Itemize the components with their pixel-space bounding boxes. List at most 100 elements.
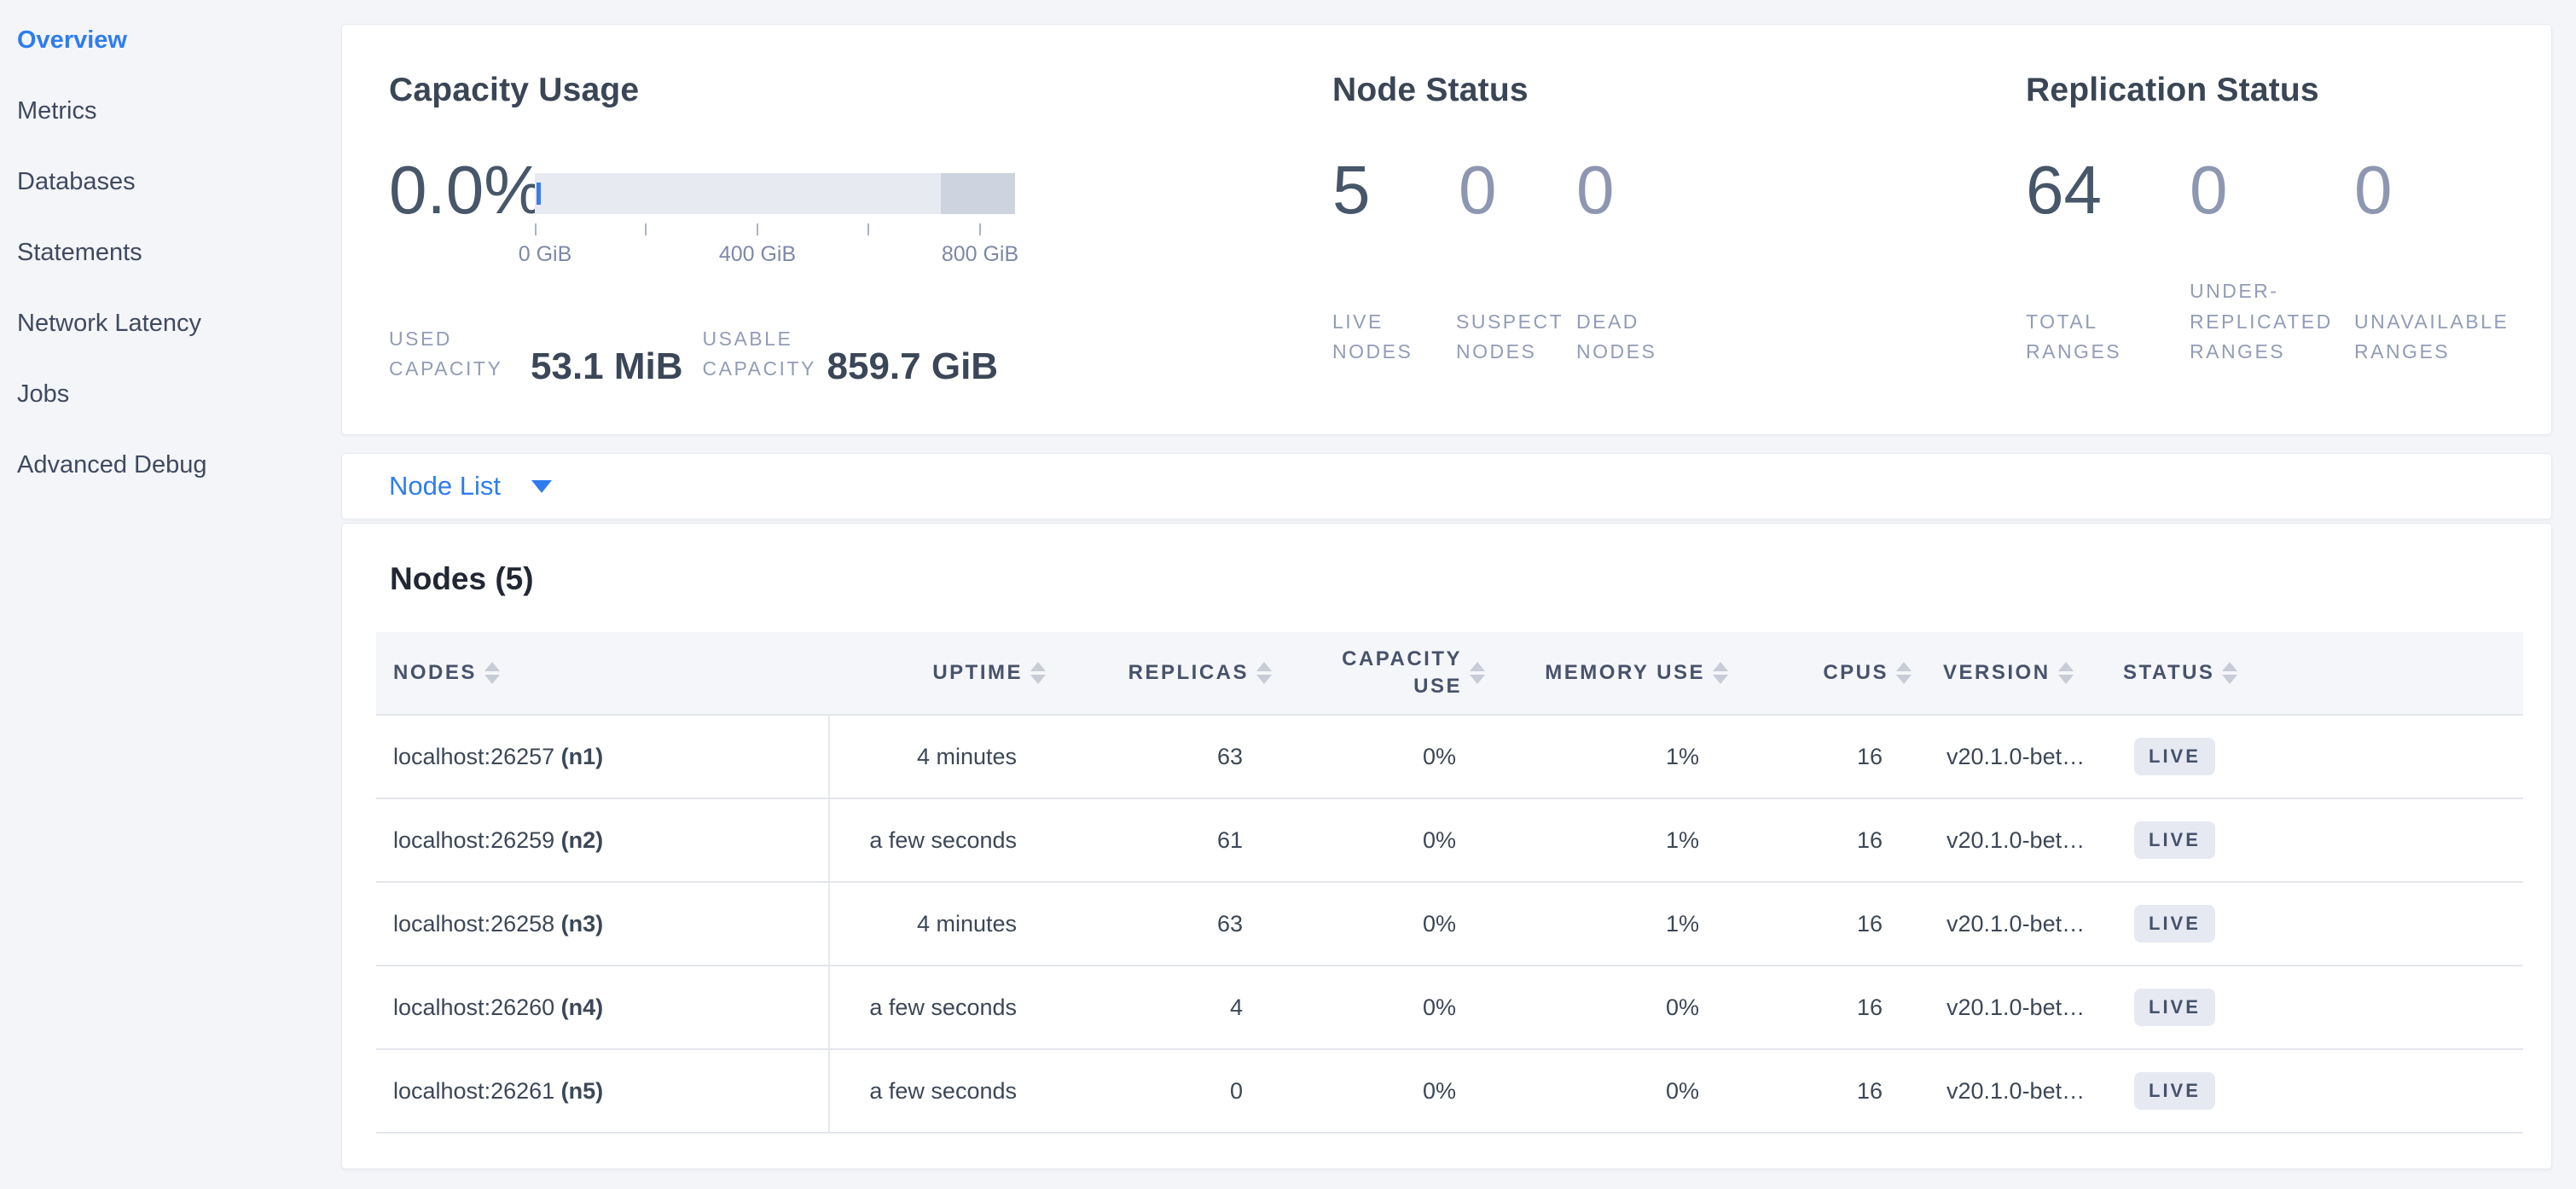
cpus-cell: 16 <box>1733 966 1917 1049</box>
version-cell: v20.1.0-bet… <box>1917 1049 2092 1133</box>
capacity-gauge-used-marker <box>537 183 541 205</box>
dead-nodes-count: 0 <box>1576 156 1615 224</box>
status-cell: LIVE <box>2092 798 2523 882</box>
status-badge: LIVE <box>2134 821 2215 859</box>
node-address[interactable]: localhost:26259 <box>393 827 561 853</box>
status-badge: LIVE <box>2134 738 2215 775</box>
unavailable-ranges-label: UNAVAILABLE RANGES <box>2354 307 2525 368</box>
sidebar-item-network-latency[interactable]: Network Latency <box>17 288 341 359</box>
status-badge: LIVE <box>2134 1072 2215 1110</box>
node-address[interactable]: localhost:26257 <box>393 744 561 769</box>
axis-label-400: 400 GiB <box>719 242 796 267</box>
table-header-row: NODES UPTIME REPLICAS CAPACITY USE MEMOR… <box>376 632 2523 715</box>
sidebar-item-jobs[interactable]: Jobs <box>17 359 341 430</box>
column-header-memory-use[interactable]: MEMORY USE <box>1490 632 1733 715</box>
node-id: (n3) <box>561 911 604 937</box>
table-row[interactable]: localhost:26257 (n1)4 minutes630%1%16v20… <box>376 715 2523 798</box>
sidebar-item-overview[interactable]: Overview <box>17 5 341 76</box>
capacity-usage-title: Capacity Usage <box>389 72 639 109</box>
sort-icon <box>1030 662 1046 684</box>
cluster-summary-card: Capacity Usage 0.0% 0 GiB 400 GiB 800 Gi… <box>341 24 2552 435</box>
node-address-cell: localhost:26261 (n5) <box>376 1049 829 1133</box>
table-row[interactable]: localhost:26261 (n5)a few seconds00%0%16… <box>376 1049 2523 1133</box>
node-id: (n4) <box>561 995 604 1020</box>
node-list-dropdown[interactable]: Node List <box>342 454 2551 519</box>
column-header-cpus[interactable]: CPUS <box>1733 632 1917 715</box>
nodes-table: NODES UPTIME REPLICAS CAPACITY USE MEMOR… <box>376 632 2522 1134</box>
column-label: NODES <box>393 661 477 685</box>
live-nodes-count: 5 <box>1332 156 1371 224</box>
capacity-gauge-ticks <box>535 223 1015 235</box>
node-address[interactable]: localhost:26261 <box>393 1078 561 1104</box>
status-badge: LIVE <box>2134 989 2215 1026</box>
live-nodes-label: LIVE NODES <box>1332 307 1459 368</box>
total-ranges-count: 64 <box>2026 156 2102 224</box>
memory-use-cell: 0% <box>1490 966 1733 1049</box>
node-address-cell: localhost:26257 (n1) <box>376 715 829 798</box>
capacity-use-cell: 0% <box>1277 798 1490 882</box>
column-header-replicas[interactable]: REPLICAS <box>1051 632 1277 715</box>
capacity-use-cell: 0% <box>1277 1049 1490 1133</box>
table-row[interactable]: localhost:26259 (n2)a few seconds610%1%1… <box>376 798 2523 882</box>
status-cell: LIVE <box>2092 882 2523 966</box>
capacity-stats: USED CAPACITY 53.1 MiB USABLE CAPACITY 8… <box>389 324 998 385</box>
uptime-cell: 4 minutes <box>829 882 1051 966</box>
status-cell: LIVE <box>2092 715 2523 798</box>
replicas-cell: 4 <box>1051 966 1277 1049</box>
memory-use-cell: 1% <box>1490 715 1733 798</box>
sidebar-item-databases[interactable]: Databases <box>17 147 341 218</box>
node-address-cell: localhost:26258 (n3) <box>376 882 829 966</box>
status-cell: LIVE <box>2092 966 2523 1049</box>
table-row[interactable]: localhost:26260 (n4)a few seconds40%0%16… <box>376 966 2523 1049</box>
suspect-nodes-label: SUSPECT NODES <box>1456 307 1575 368</box>
uptime-cell: 4 minutes <box>829 715 1051 798</box>
uptime-cell: a few seconds <box>829 798 1051 882</box>
used-capacity-value: 53.1 MiB <box>531 349 683 385</box>
node-address[interactable]: localhost:26258 <box>393 911 561 937</box>
node-list-dropdown-label: Node List <box>389 471 501 502</box>
unavailable-ranges-count: 0 <box>2354 156 2393 224</box>
sidebar-item-statements[interactable]: Statements <box>17 218 341 288</box>
column-label: VERSION <box>1943 661 2051 685</box>
cpus-cell: 16 <box>1733 1049 1917 1133</box>
node-address-cell: localhost:26260 (n4) <box>376 966 829 1049</box>
replicas-cell: 0 <box>1051 1049 1277 1133</box>
column-header-uptime[interactable]: UPTIME <box>829 632 1051 715</box>
capacity-gauge-bar <box>535 173 1015 214</box>
replication-status-title: Replication Status <box>2026 72 2319 109</box>
capacity-use-cell: 0% <box>1277 882 1490 966</box>
capacity-gauge-axis: 0 GiB 400 GiB 800 GiB <box>535 242 1015 268</box>
sort-icon <box>484 662 500 684</box>
column-header-version[interactable]: VERSION <box>1917 632 2092 715</box>
used-capacity-label: USED CAPACITY <box>389 324 498 385</box>
memory-use-cell: 1% <box>1490 882 1733 966</box>
node-address[interactable]: localhost:26260 <box>393 995 561 1020</box>
column-label: REPLICAS <box>1128 661 1249 685</box>
axis-label-800: 800 GiB <box>942 242 1018 267</box>
usable-capacity-label: USABLE CAPACITY <box>703 324 812 385</box>
sort-icon <box>1896 662 1912 684</box>
column-label: MEMORY USE <box>1545 661 1705 685</box>
sidebar-item-advanced-debug[interactable]: Advanced Debug <box>17 430 341 501</box>
node-id: (n2) <box>561 827 604 853</box>
nodes-table-body: localhost:26257 (n1)4 minutes630%1%16v20… <box>376 715 2523 1133</box>
nodes-table-heading: Nodes (5) <box>390 561 534 597</box>
sort-icon <box>1713 662 1728 684</box>
column-header-status[interactable]: STATUS <box>2092 632 2523 715</box>
column-label: UPTIME <box>932 661 1023 685</box>
capacity-use-cell: 0% <box>1277 966 1490 1049</box>
under-replicated-ranges-count: 0 <box>2190 156 2228 224</box>
column-header-capacity-use[interactable]: CAPACITY USE <box>1277 632 1490 715</box>
version-cell: v20.1.0-bet… <box>1917 966 2092 1049</box>
replicas-cell: 61 <box>1051 798 1277 882</box>
uptime-cell: a few seconds <box>829 966 1051 1049</box>
nodes-table-card: Nodes (5) NODES UPTIME REPLICAS <box>341 523 2552 1169</box>
view-selector-card: Node List <box>341 453 2552 519</box>
sort-icon <box>2058 662 2074 684</box>
cpus-cell: 16 <box>1733 798 1917 882</box>
version-cell: v20.1.0-bet… <box>1917 882 2092 966</box>
status-cell: LIVE <box>2092 1049 2523 1133</box>
sidebar-item-metrics[interactable]: Metrics <box>17 76 341 147</box>
table-row[interactable]: localhost:26258 (n3)4 minutes630%1%16v20… <box>376 882 2523 966</box>
column-header-nodes[interactable]: NODES <box>376 632 829 715</box>
